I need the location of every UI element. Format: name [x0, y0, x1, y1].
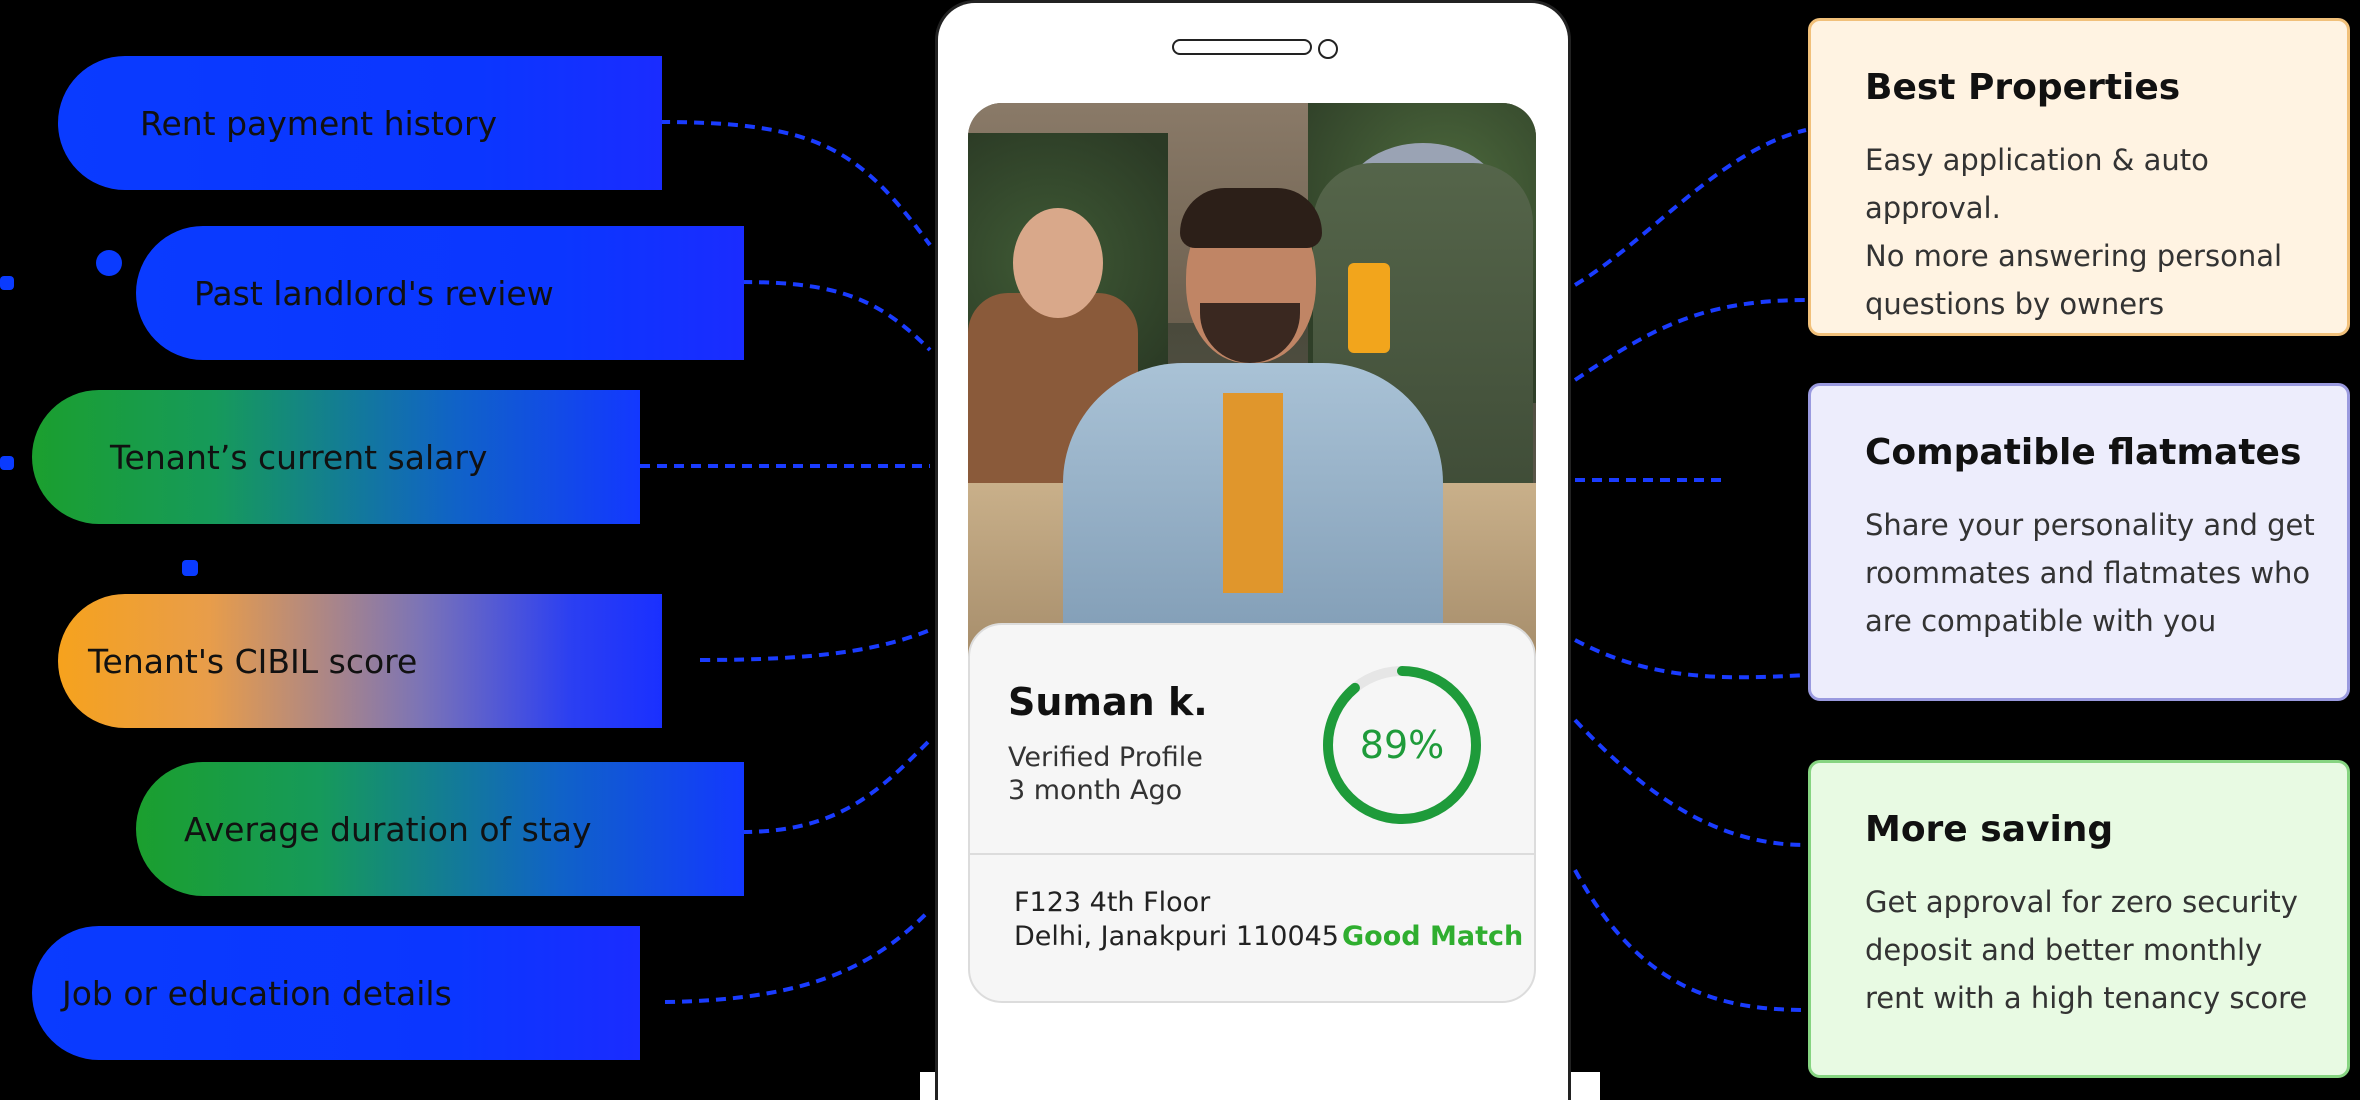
profile-card[interactable]: Suman k. Verified Profile 3 month Ago 89… [968, 623, 1536, 1003]
benefit-title: Best Properties [1865, 67, 2181, 108]
feature-past-landlord-review: Past landlord's review [136, 226, 744, 360]
feature-label: Tenant’s current salary [110, 437, 488, 477]
decor-dot [0, 276, 14, 290]
feature-label: Rent payment history [140, 103, 498, 143]
benefit-more-saving: More saving Get approval for zero securi… [1808, 760, 2350, 1078]
profile-status: Verified Profile [1008, 742, 1203, 773]
profile-photo [968, 103, 1536, 663]
feature-job-education: Job or education details [32, 926, 640, 1060]
phone-camera [1318, 39, 1338, 59]
feature-current-salary: Tenant’s current salary [32, 390, 640, 524]
feature-label: Tenant's CIBIL score [88, 641, 418, 681]
decor-dot [182, 560, 198, 576]
feature-average-stay: Average duration of stay [136, 762, 744, 896]
feature-label: Average duration of stay [184, 809, 592, 849]
benefit-title: More saving [1865, 809, 2114, 850]
phone-frame: Suman k. Verified Profile 3 month Ago 89… [935, 0, 1571, 1100]
decor-dot [0, 456, 14, 470]
profile-time: 3 month Ago [1008, 775, 1183, 806]
feature-label: Past landlord's review [194, 273, 554, 313]
benefit-compatible-flatmates: Compatible flatmates Share your personal… [1808, 383, 2350, 701]
match-percent: 89% [1359, 723, 1445, 767]
profile-name: Suman k. [1008, 680, 1208, 724]
match-label: Good Match [1342, 921, 1524, 952]
benefit-title: Compatible flatmates [1865, 432, 2302, 473]
card-divider [970, 853, 1534, 855]
decor-dot [96, 250, 122, 276]
feature-cibil-score: Tenant's CIBIL score [58, 594, 662, 728]
address-line-2: Delhi, Janakpuri 110045 [1014, 921, 1339, 952]
address-line-1: F123 4th Floor [1014, 887, 1211, 918]
phone-speaker [1172, 39, 1312, 55]
benefit-text: Get approval for zero security deposit a… [1865, 885, 2308, 1015]
feature-label: Job or education details [62, 973, 452, 1013]
benefit-best-properties: Best Properties Easy application & auto … [1808, 18, 2350, 336]
benefit-text: Easy application & auto approval. No mor… [1865, 143, 2283, 321]
feature-rent-payment-history: Rent payment history [58, 56, 662, 190]
benefit-text: Share your personality and get roommates… [1865, 508, 2315, 638]
